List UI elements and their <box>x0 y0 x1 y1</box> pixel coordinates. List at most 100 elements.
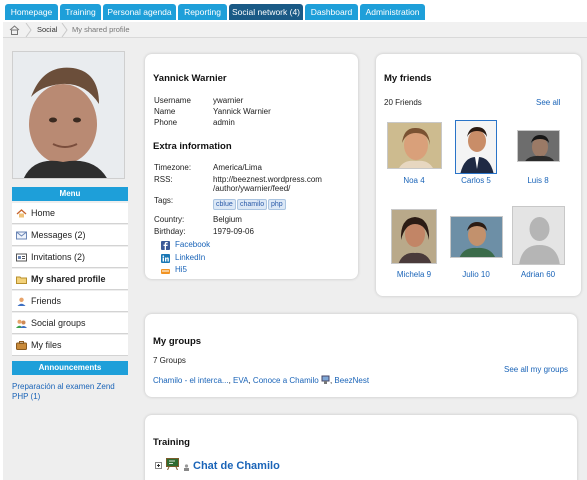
phone-label: Phone <box>154 118 178 127</box>
breadcrumb-separator-icon <box>25 23 32 37</box>
groups-see-all-link[interactable]: See all my groups <box>504 365 568 374</box>
course-link-chat-de-chamilo[interactable]: Chat de Chamilo <box>193 460 280 472</box>
friend-avatar <box>450 216 503 258</box>
friend-name[interactable]: Carlos 5 <box>446 176 506 185</box>
sidebar-item-label: Social groups <box>31 318 86 328</box>
tab-dashboard[interactable]: Dashboard <box>305 4 358 20</box>
rss-value[interactable]: http://beeznest.wordpress.com /author/yw… <box>213 175 322 193</box>
files-icon <box>16 341 27 350</box>
friend-avatar <box>512 206 565 265</box>
sidebar-item-label: Friends <box>31 296 62 306</box>
profile-name-heading: Yannick Warnier <box>153 73 227 84</box>
announcements-header: Announcements <box>12 361 128 375</box>
friends-title: My friends <box>384 73 432 84</box>
sidebar-item-label: Messages (2) <box>31 230 86 240</box>
friend-name[interactable]: Noa 4 <box>384 176 444 185</box>
groups-count: 7 Groups <box>153 356 186 365</box>
breadcrumb-separator-icon <box>61 23 68 37</box>
tab-social-network[interactable]: Social network (4) <box>229 4 303 20</box>
expand-icon[interactable] <box>155 462 162 469</box>
friend-item[interactable]: Julio 10 <box>446 206 506 279</box>
sidebar-item-label: My files <box>31 340 62 350</box>
groups-card: My groups 7 Groups See all my groups Cha… <box>145 314 577 397</box>
rss-line-2: /author/ywarnier/feed/ <box>213 184 291 193</box>
tab-training[interactable]: Training <box>60 4 101 20</box>
username-label: Username <box>154 96 191 105</box>
tab-personal-agenda[interactable]: Personal agenda <box>103 4 176 20</box>
timezone-label: Timezone: <box>154 163 192 172</box>
course-user-icon <box>184 464 189 471</box>
tag-php[interactable]: php <box>268 199 286 210</box>
name-value: Yannick Warnier <box>213 107 271 116</box>
friend-name[interactable]: Adrian 60 <box>508 270 568 279</box>
birthday-label: Birthday: <box>154 227 186 236</box>
sidebar-item-label: Invitations (2) <box>31 252 86 262</box>
friend-avatar <box>387 122 442 169</box>
folder-icon <box>16 276 27 284</box>
hi5-icon <box>161 269 170 274</box>
sidebar-item-label: Home <box>31 208 56 218</box>
friend-name[interactable]: Luis 8 <box>508 176 568 185</box>
group-link[interactable]: EVA <box>233 376 248 385</box>
friend-avatar <box>517 130 560 162</box>
sidebar-item-my-files[interactable]: My files <box>12 335 128 356</box>
friend-avatar <box>391 209 437 264</box>
top-navigation: Homepage Training Personal agenda Report… <box>0 0 587 22</box>
groups-list: Chamilo - el interca..., EVA, Conoce a C… <box>153 375 369 385</box>
friend-item[interactable]: Adrian 60 <box>508 206 568 279</box>
country-value: Belgium <box>213 215 242 224</box>
name-label: Name <box>154 107 176 116</box>
profile-info-card: Yannick Warnier Username ywarnier Name Y… <box>145 54 358 279</box>
user-icon <box>17 297 26 306</box>
tag-cblue[interactable]: cblue <box>213 199 236 210</box>
friend-item[interactable]: Michela 9 <box>384 206 444 279</box>
birthday-value: 1979-09-06 <box>213 227 254 236</box>
training-title: Training <box>153 437 190 448</box>
profile-photo <box>12 51 125 179</box>
announcement-link[interactable]: Preparación al examen Zend PHP (1) <box>12 382 124 402</box>
friends-see-all-link[interactable]: See all <box>536 98 560 107</box>
phone-value: admin <box>213 118 235 127</box>
extra-information-heading: Extra information <box>153 141 232 152</box>
groups-title: My groups <box>153 336 202 347</box>
tab-administration[interactable]: Administration <box>360 4 425 20</box>
sidebar-item-messages[interactable]: Messages (2) <box>12 225 128 246</box>
friends-count: 20 Friends <box>384 98 422 107</box>
home-icon[interactable] <box>9 25 20 35</box>
breadcrumb-social[interactable]: Social <box>37 22 57 38</box>
friend-name[interactable]: Michela 9 <box>384 270 444 279</box>
linkedin-icon <box>161 254 170 263</box>
breadcrumb: Social My shared profile <box>3 22 587 38</box>
timezone-value: America/Lima <box>213 163 262 172</box>
group-flag-icon <box>321 375 330 384</box>
country-label: Country: <box>154 215 185 224</box>
tab-homepage[interactable]: Homepage <box>5 4 58 20</box>
tab-reporting[interactable]: Reporting <box>178 4 227 20</box>
group-link[interactable]: Conoce a Chamilo <box>253 376 319 385</box>
sidebar-item-invitations[interactable]: Invitations (2) <box>12 247 128 268</box>
friend-item[interactable]: Luis 8 <box>508 120 568 185</box>
group-link[interactable]: Chamilo - el interca... <box>153 376 229 385</box>
sidebar-item-friends[interactable]: Friends <box>12 291 128 312</box>
facebook-icon <box>161 241 170 250</box>
breadcrumb-current: My shared profile <box>72 25 130 34</box>
tags-label: Tags: <box>154 196 174 205</box>
sidebar-item-label: My shared profile <box>31 274 106 284</box>
friend-avatar <box>455 120 497 174</box>
course-board-icon <box>166 458 179 470</box>
envelope-icon <box>16 231 27 240</box>
sidebar-item-home[interactable]: Home <box>12 203 128 224</box>
friend-name[interactable]: Julio 10 <box>446 270 506 279</box>
tag-chamilo[interactable]: chamilo <box>237 199 268 210</box>
invitation-icon <box>16 253 27 262</box>
rss-label: RSS: <box>154 175 173 184</box>
rss-line-1: http://beeznest.wordpress.com <box>213 175 322 184</box>
friend-item[interactable]: Noa 4 <box>384 120 444 185</box>
home-icon <box>16 209 27 218</box>
group-link[interactable]: BeezNest <box>334 376 369 385</box>
group-icon <box>16 319 27 328</box>
sidebar-item-my-shared-profile[interactable]: My shared profile <box>12 269 128 290</box>
training-card: Training Chat de Chamilo <box>145 415 577 480</box>
sidebar-item-social-groups[interactable]: Social groups <box>12 313 128 334</box>
friend-item[interactable]: Carlos 5 <box>446 120 506 185</box>
